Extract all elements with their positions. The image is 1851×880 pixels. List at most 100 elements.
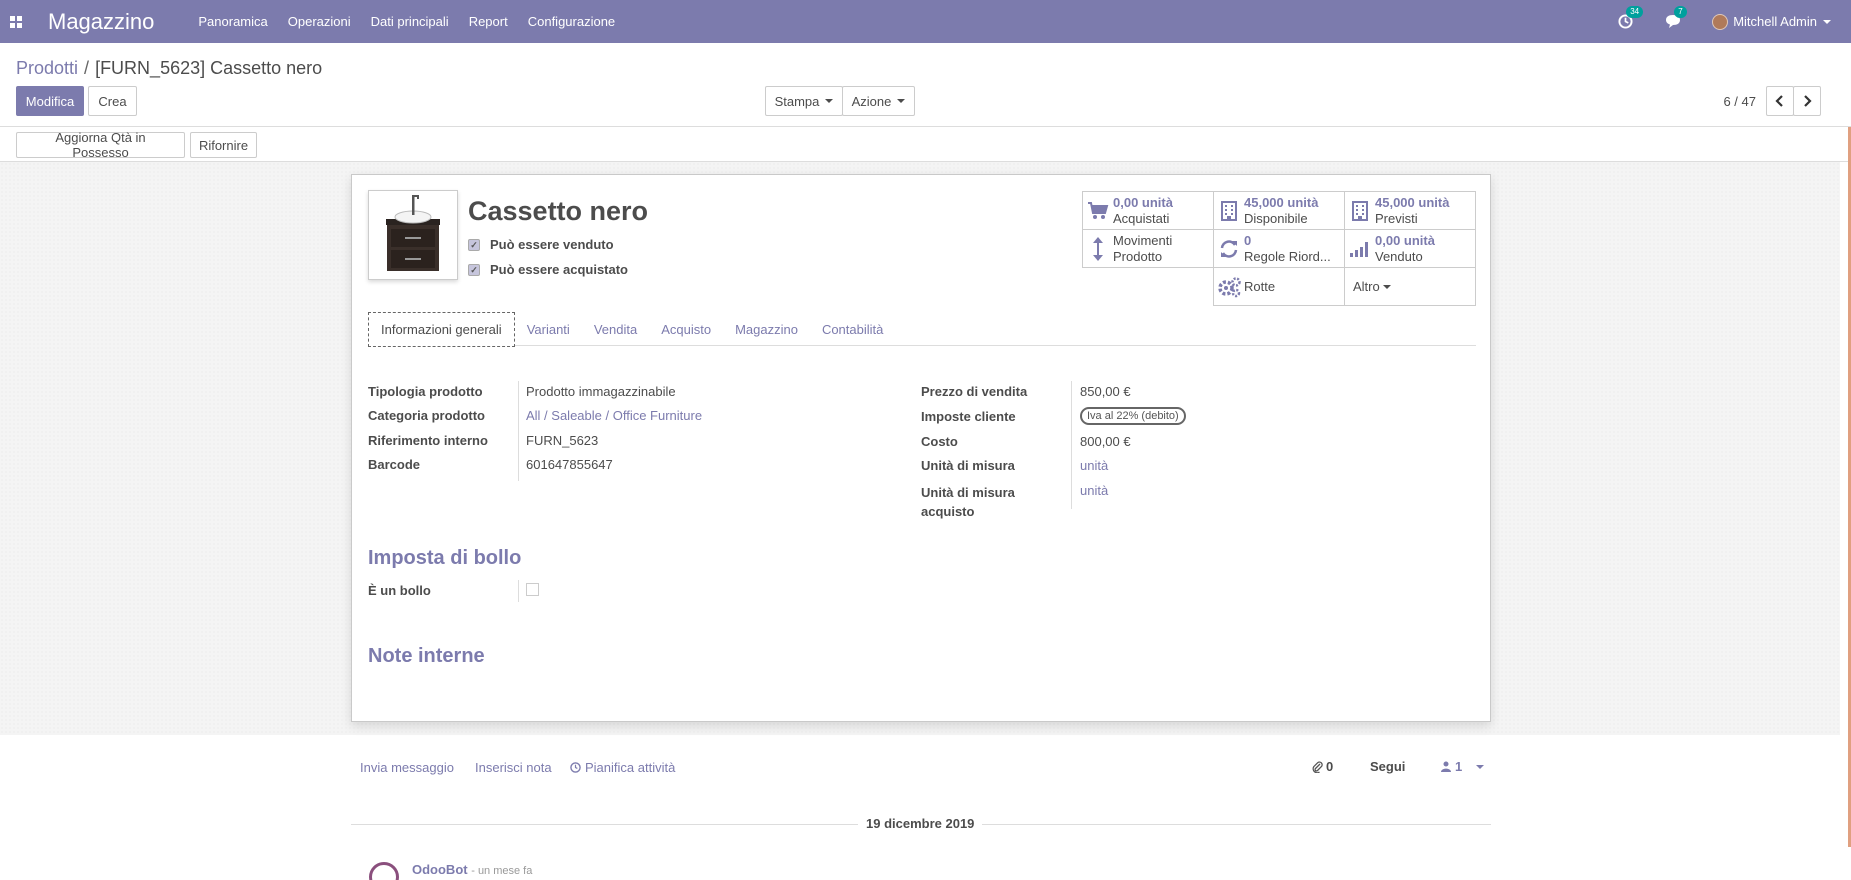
date-separator-label: 19 dicembre 2019 [858,816,983,831]
shopping-cart-icon [1083,201,1113,220]
create-button[interactable]: Crea [88,86,137,116]
chevron-left-icon [1775,95,1783,107]
can-be-purchased-checkbox[interactable]: ✓ [468,263,480,276]
field-separator [1071,381,1072,509]
user-icon [1441,761,1451,772]
product-category-link[interactable]: All / Saleable / Office Furniture [526,408,702,423]
replenish-button[interactable]: Rifornire [190,132,257,158]
form-sheet: Cassetto nero ✓ Può essere venduto ✓ Può… [351,174,1491,722]
user-name: Mitchell Admin [1733,14,1817,29]
schedule-activity-link[interactable]: Pianifica attività [570,760,675,775]
field-separator [518,381,519,481]
uom-label: Unità di misura [921,458,1015,473]
chevron-right-icon [1804,95,1812,107]
chevron-down-icon [1476,764,1485,769]
internal-reference-value: FURN_5623 [526,433,599,448]
notebook-tabs: Informazioni generali Varianti Vendita A… [368,312,1476,347]
tab-inventory[interactable]: Magazzino [723,312,810,347]
customer-tax-badge: Iva al 22% (debito) [1080,407,1186,425]
apps-menu-icon[interactable] [0,0,32,43]
app-name[interactable]: Magazzino [48,9,154,35]
action-dropdown-button[interactable]: Azione [842,86,915,116]
attachments-button[interactable]: 0 [1312,759,1333,774]
tab-purchase[interactable]: Acquisto [649,312,723,347]
chevron-down-icon [897,99,906,103]
barcode-value: 601647855647 [526,457,613,472]
chevron-down-icon [1823,19,1831,24]
menu-configuration[interactable]: Configurazione [528,14,615,29]
refresh-icon [1214,239,1244,259]
user-avatar [1712,13,1729,30]
paperclip-icon [1312,760,1323,773]
customer-taxes-label: Imposte cliente [921,409,1016,424]
gears-icon [1214,276,1244,298]
action-dropdowns: Stampa Azione [765,86,915,116]
chevron-down-icon [825,99,834,103]
message-time: - un mese fa [471,865,533,877]
purchase-uom-link[interactable]: unità [1080,483,1108,498]
stamp-duty-section-title: Imposta di bollo [368,547,522,569]
breadcrumb-current: [FURN_5623] Cassetto nero [95,58,323,78]
tab-variants[interactable]: Varianti [515,312,582,347]
menu-reporting[interactable]: Report [469,14,508,29]
internal-reference-label: Riferimento interno [368,433,488,448]
can-be-purchased-field: ✓ Può essere acquistato [468,262,628,277]
pager-previous-button[interactable] [1766,86,1794,116]
control-panel-divider [0,126,1851,127]
menu-master-data[interactable]: Dati principali [371,14,449,29]
available-stat-button[interactable]: 45,000 unità Disponibile [1213,191,1345,230]
odoobot-avatar [369,862,399,880]
internal-notes-section-title: Note interne [368,645,485,667]
cost-value: 800,00 € [1080,434,1131,449]
activity-clock-icon[interactable]: 34 [1616,5,1644,31]
follow-button[interactable]: Segui [1370,759,1405,774]
edit-button[interactable]: Modifica [16,86,84,116]
tab-sales[interactable]: Vendita [582,312,649,347]
sale-price-value: 850,00 € [1080,384,1131,399]
more-dropdown-button[interactable]: Altro [1344,267,1476,306]
product-type-label: Tipologia prodotto [368,384,483,399]
building-icon [1345,200,1375,221]
send-message-link[interactable]: Invia messaggio [360,760,454,775]
menu-overview[interactable]: Panoramica [198,14,267,29]
pager-value[interactable]: 6 / 47 [1723,94,1756,109]
product-name: Cassetto nero [468,196,649,226]
product-moves-stat-button[interactable]: Movimenti Prodotto [1082,229,1214,268]
pager: 6 / 47 [1723,86,1821,116]
product-type-value: Prodotto immagazzinabile [526,384,676,399]
log-note-link[interactable]: Inserisci nota [475,760,552,775]
breadcrumb: Prodotti / [FURN_5623] Cassetto nero [16,58,323,78]
purchase-uom-label: Unità di misura acquisto [921,485,1015,519]
reorder-rules-stat-button[interactable]: 0 Regole Riord... [1213,229,1345,268]
is-stamp-label: È un bollo [368,583,431,598]
can-be-sold-checkbox[interactable]: ✓ [468,238,480,251]
tab-accounting[interactable]: Contabilità [810,312,895,347]
followers-button[interactable]: 1 [1441,759,1485,774]
product-image[interactable] [368,190,458,280]
update-qty-button[interactable]: Aggiorna Qtà in Possesso [16,130,185,160]
signal-bars-icon [1345,241,1375,257]
barcode-label: Barcode [368,457,421,472]
message-author[interactable]: OdooBot - un mese fa [412,862,532,877]
field-separator [518,580,519,602]
pager-next-button[interactable] [1793,86,1821,116]
activity-count-badge: 34 [1626,5,1644,18]
sold-stat-button[interactable]: 0,00 unità Venduto [1344,229,1476,268]
messages-chat-icon[interactable]: 7 [1664,5,1687,31]
is-stamp-checkbox[interactable] [526,583,539,596]
routes-stat-button[interactable]: Rotte [1213,267,1345,306]
print-dropdown-button[interactable]: Stampa [765,86,843,116]
sale-price-label: Prezzo di vendita [921,384,1028,399]
vertical-arrows-icon [1083,236,1113,262]
clock-icon [570,762,581,773]
user-menu[interactable]: Mitchell Admin [1712,13,1831,30]
menu-operations[interactable]: Operazioni [288,14,351,29]
cost-label: Costo [921,434,958,449]
can-be-sold-field: ✓ Può essere venduto [468,237,614,252]
breadcrumb-products-link[interactable]: Prodotti [16,58,78,78]
purchased-stat-button[interactable]: 0,00 unità Acquistati [1082,191,1214,230]
uom-link[interactable]: unità [1080,458,1108,473]
forecast-stat-button[interactable]: 45,000 unità Previsti [1344,191,1476,230]
chevron-down-icon [1382,285,1391,290]
tab-general-information[interactable]: Informazioni generali [368,312,515,347]
